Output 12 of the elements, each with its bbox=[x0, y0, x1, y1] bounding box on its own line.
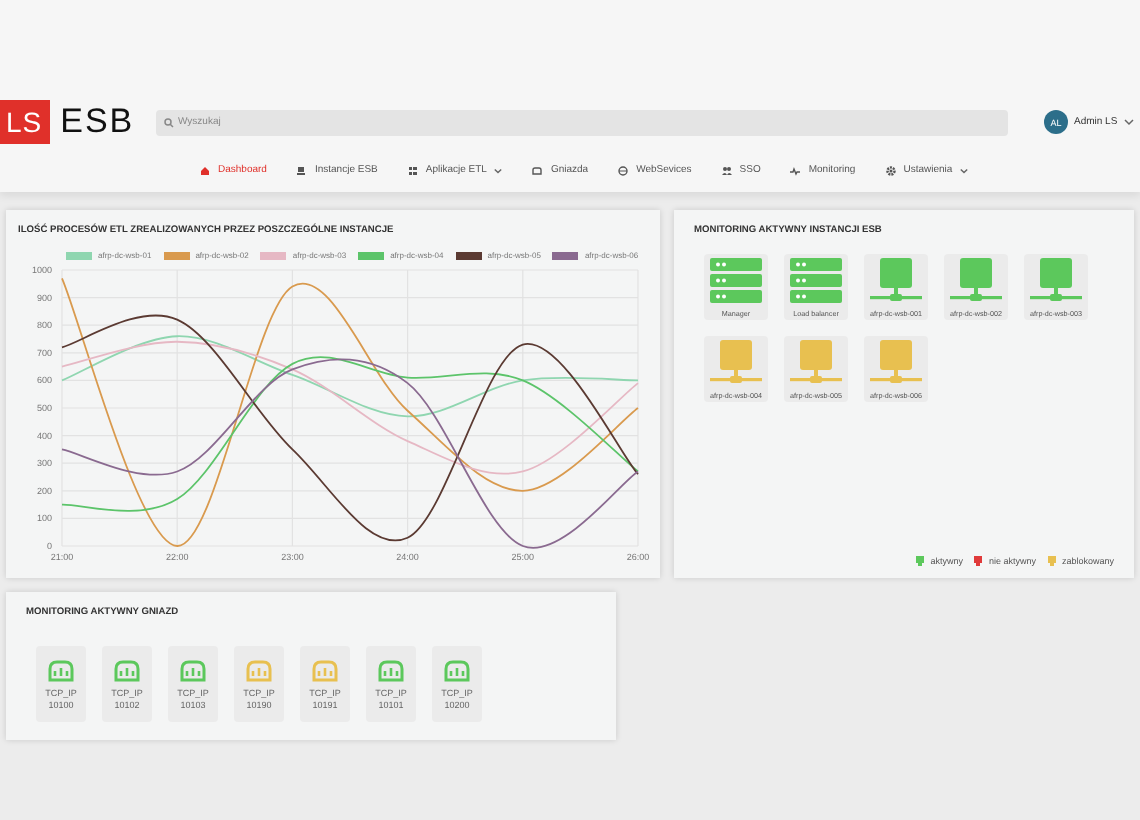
search-icon bbox=[164, 117, 174, 127]
grid-icon bbox=[407, 165, 418, 175]
caret-icon[interactable] bbox=[1123, 118, 1134, 126]
socket-icon bbox=[532, 165, 543, 175]
globe-icon bbox=[618, 165, 629, 175]
logo-mark: LS bbox=[0, 100, 51, 144]
people-icon bbox=[721, 165, 732, 175]
settings-icon bbox=[885, 165, 896, 175]
server-icon bbox=[296, 165, 307, 175]
pulse-icon bbox=[790, 165, 801, 175]
home-icon bbox=[200, 165, 210, 175]
logo-text: ESB bbox=[60, 102, 135, 142]
